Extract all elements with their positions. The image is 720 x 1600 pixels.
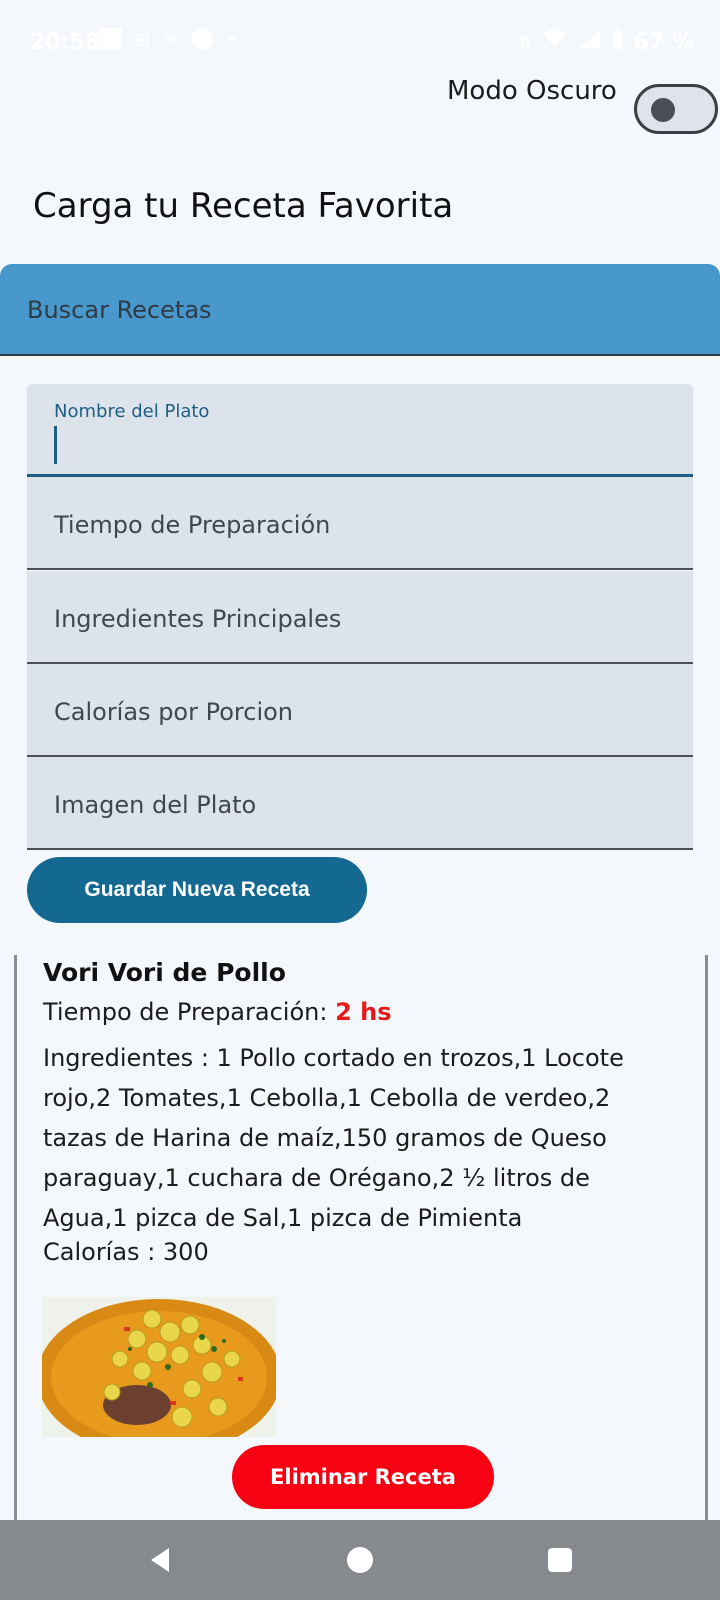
prep-time-placeholder: Tiempo de Preparación <box>54 511 331 539</box>
dot-icon: • <box>226 29 238 49</box>
signal-icon <box>578 29 602 55</box>
gallery-icon <box>98 28 122 50</box>
prep-time-field[interactable]: Tiempo de Preparación <box>27 477 693 570</box>
text-cursor <box>54 426 57 464</box>
status-bar: 20:58 ⊞ ✉ • ⇅ 67 % <box>0 0 720 80</box>
toggle-knob <box>651 98 675 122</box>
recipe-ingredients: Ingredientes : 1 Pollo cortado en trozos… <box>43 1044 624 1232</box>
status-time: 20:58 <box>30 30 101 55</box>
recipe-image <box>42 1297 276 1437</box>
recipe-name: Vori Vori de Pollo <box>43 958 286 987</box>
data-speed-icon: ⇅ <box>518 32 532 52</box>
dark-mode-label: Modo Oscuro <box>447 76 617 106</box>
notification-icons: ⊞ ✉ • <box>98 28 237 50</box>
dish-name-label: Nombre del Plato <box>54 401 210 422</box>
page-title: Carga tu Receta Favorita <box>33 186 454 226</box>
battery-percentage: 67 % <box>633 29 694 55</box>
system-icons: ⇅ 67 % <box>518 28 694 56</box>
whatsapp-icon <box>190 28 213 50</box>
wifi-icon <box>542 29 568 55</box>
sim-icon: ⊞ <box>136 29 150 49</box>
main-ingredients-placeholder: Ingredientes Principales <box>54 605 342 633</box>
soup-bowl-image <box>42 1297 276 1437</box>
dark-mode-toggle[interactable] <box>634 84 718 134</box>
save-recipe-button[interactable]: Guardar Nueva Receta <box>27 857 367 923</box>
recipe-card: Vori Vori de Pollo Tiempo de Preparación… <box>14 955 708 1520</box>
dish-image-field[interactable]: Imagen del Plato <box>27 757 693 850</box>
dish-name-field[interactable]: Nombre del Plato <box>27 384 693 477</box>
battery-icon <box>612 28 624 56</box>
home-icon[interactable] <box>340 1540 380 1580</box>
navigation-bar <box>0 1520 720 1600</box>
dish-image-placeholder: Imagen del Plato <box>54 791 257 819</box>
recipe-prep-time-value: 2 hs <box>335 998 392 1026</box>
delete-recipe-button[interactable]: Eliminar Receta <box>232 1445 494 1509</box>
recipe-prep-time: Tiempo de Preparación: 2 hs <box>43 998 392 1026</box>
mail-icon: ✉ <box>163 29 177 49</box>
calories-field[interactable]: Calorías por Porcion <box>27 664 693 757</box>
recents-icon[interactable] <box>540 1540 580 1580</box>
recipe-calories: Calorías : 300 <box>43 1238 209 1266</box>
search-recipes-label: Buscar Recetas <box>27 296 212 324</box>
calories-placeholder: Calorías por Porcion <box>54 698 294 726</box>
search-recipes-bar[interactable]: Buscar Recetas <box>0 264 720 356</box>
back-icon[interactable] <box>140 1540 180 1580</box>
main-ingredients-field[interactable]: Ingredientes Principales <box>27 571 693 664</box>
recipe-prep-time-label: Tiempo de Preparación: <box>43 998 336 1026</box>
